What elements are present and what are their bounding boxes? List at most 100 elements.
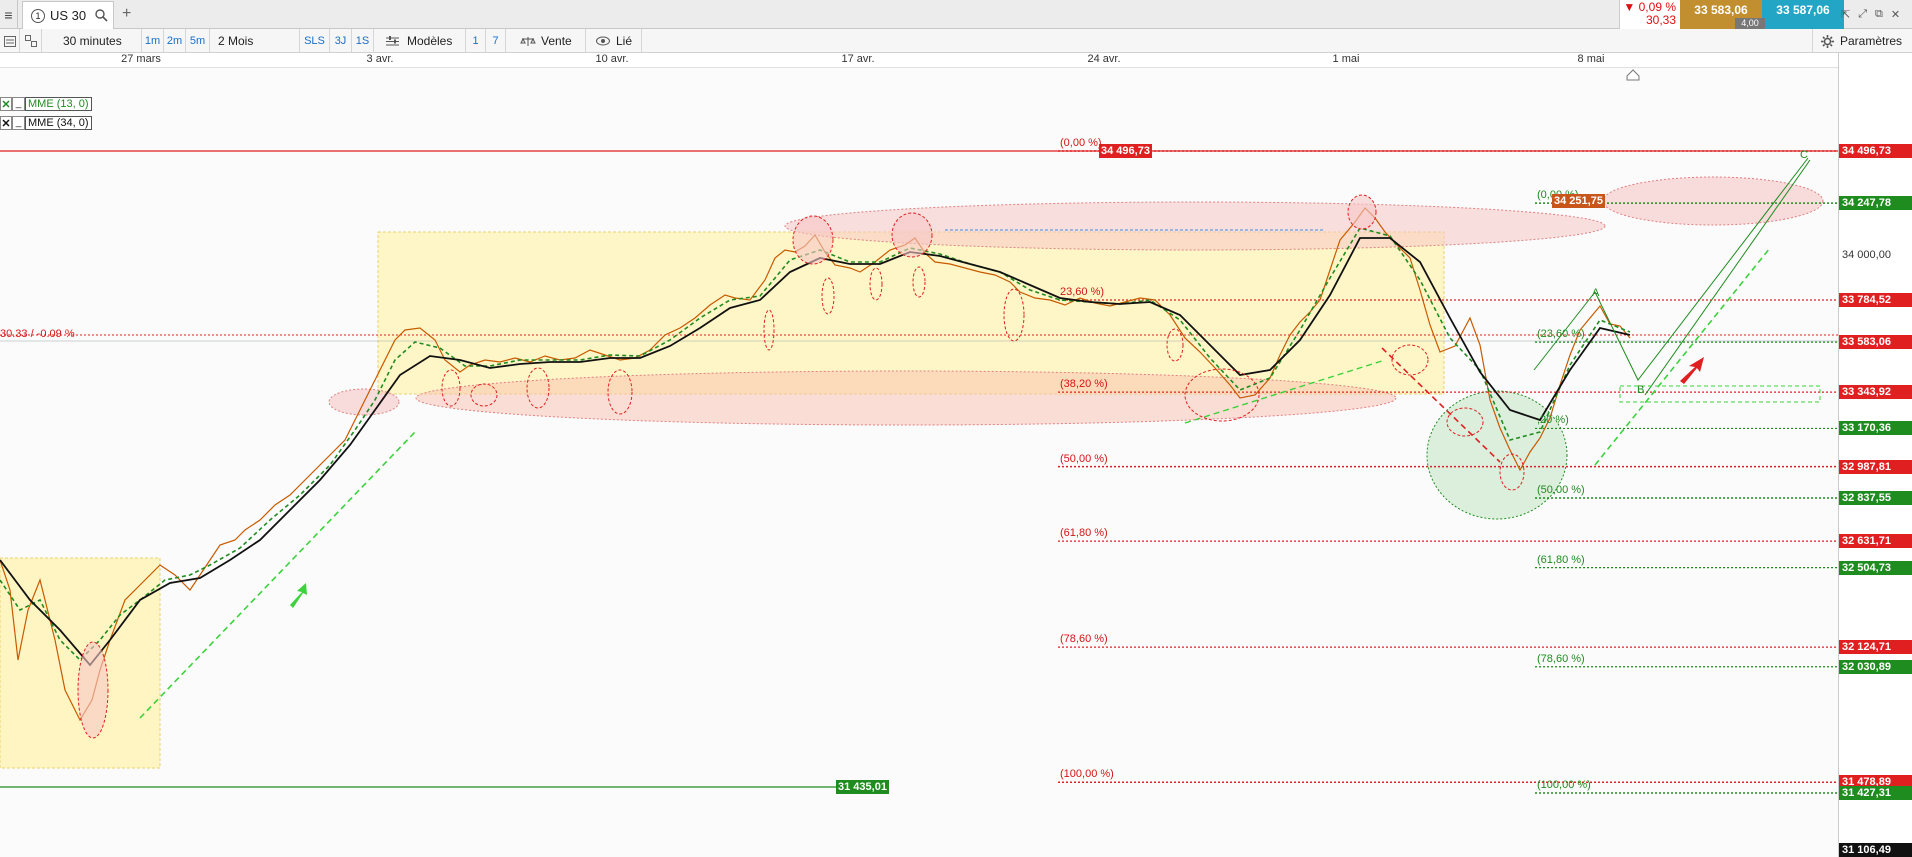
timeframe-select[interactable]: 30 minutes <box>42 29 142 53</box>
chart-toolbar: 30 minutes 1m 2m 5m 2 Mois SLS 3J 1S Mod… <box>0 29 1912 53</box>
price-chart[interactable] <box>0 68 1838 857</box>
price-axis-label: 32 837,55 <box>1839 491 1912 506</box>
mode-sls-button[interactable]: SLS <box>300 29 330 53</box>
layout-icon[interactable] <box>20 29 42 53</box>
fib-level-label: ,20 %) <box>1537 414 1569 427</box>
fib-lines-right <box>1535 202 1838 794</box>
price-axis-label: 33 583,06 <box>1839 335 1912 350</box>
fib-level-label: (100,00 %) <box>1060 768 1114 781</box>
indicator-legend: ✕ _ MME (13, 0) ✕ _ MME (34, 0) <box>0 96 92 134</box>
fib-level-label: (50,00 %) <box>1060 452 1108 465</box>
price-axis-label: 34 000,00 <box>1842 248 1891 261</box>
linked-button[interactable]: Lié <box>586 29 642 53</box>
fib-level-label: (100,00 %) <box>1537 779 1591 791</box>
bid-button[interactable]: 33 583,06 4,00 <box>1680 0 1765 29</box>
fib-level-label: (61,80 %) <box>1537 553 1585 566</box>
date-label: 17 avr. <box>841 53 875 65</box>
high-price-tag-right: 34 251,75 <box>1552 194 1605 208</box>
fib-level-label: 23,60 %) <box>1060 285 1105 298</box>
date-label: 1 mai <box>1332 53 1360 65</box>
close-icon[interactable]: ✕ <box>1891 8 1900 21</box>
up-arrow-red <box>1680 357 1704 384</box>
legend-label[interactable]: MME (34, 0) <box>25 116 92 130</box>
mode-1s-button[interactable]: 1S <box>352 29 374 53</box>
date-label: 3 avr. <box>366 53 394 65</box>
settings-button[interactable]: Paramètres <box>1812 29 1912 53</box>
high-price-tag: 34 496,73 <box>1099 144 1152 158</box>
search-icon[interactable] <box>95 9 108 22</box>
wave-b-label: B <box>1637 384 1645 396</box>
sell-label: Vente <box>541 34 572 48</box>
gear-icon <box>1821 34 1834 48</box>
current-line-label: 30.33 / -0.09 % <box>0 328 75 340</box>
up-arrow-green <box>290 583 307 608</box>
support-zone <box>415 370 1397 426</box>
price-axis-label: 31 427,31 <box>1839 786 1912 800</box>
chart-plot-area[interactable]: (0,00 %) 23,60 %) (38,20 %) (50,00 %) (61,80… <box>0 68 1838 857</box>
wave-a-label: A <box>1592 287 1600 299</box>
settings-label: Paramètres <box>1840 34 1903 48</box>
ask-price: 33 587,06 <box>1776 3 1830 17</box>
templates-label: Modèles <box>407 34 453 48</box>
ask-button[interactable]: 33 587,06 <box>1762 0 1844 29</box>
remove-indicator-icon[interactable]: ✕ <box>0 116 12 130</box>
legend-label[interactable]: MME (13, 0) <box>25 97 92 111</box>
price-axis[interactable]: 34 496,73 34 247,78 34 000,00 33 784,52 33 5… <box>1838 53 1912 857</box>
minimize-indicator-icon[interactable]: _ <box>12 97 25 111</box>
period-select[interactable]: 2 Mois <box>210 29 300 53</box>
legend-ema34: ✕ _ MME (34, 0) <box>0 115 92 131</box>
tab-bar: ≡ 1 US 30 + ▼ 0,09 % 30,33 33 583,06 4,0… <box>0 0 1912 29</box>
low-price-tag: 31 435,01 <box>836 780 889 794</box>
date-label: 10 avr. <box>595 53 629 65</box>
wave-c-label: C <box>1800 149 1808 161</box>
uptrend-line <box>139 431 416 719</box>
quote-panel: ▼ 0,09 % 30,33 33 583,06 4,00 33 587,06 <box>1619 0 1844 29</box>
target-zone <box>1602 176 1824 226</box>
fib-level-label: (38,20 %) <box>1060 378 1108 391</box>
uptrend-line <box>1594 247 1771 466</box>
tf-2m-button[interactable]: 2m <box>164 29 186 53</box>
price-axis-label: 33 170,36 <box>1839 421 1912 436</box>
sell-button[interactable]: Vente <box>506 29 586 53</box>
tab-label: US 30 <box>50 8 87 23</box>
scale-icon <box>520 36 536 46</box>
menu-icon[interactable]: ≡ <box>0 0 18 29</box>
price-axis-label: 34 496,73 <box>1839 144 1912 158</box>
price-axis-label: 33 784,52 <box>1839 292 1912 307</box>
tab-us30[interactable]: 1 US 30 <box>22 1 114 29</box>
price-axis-label: 32 631,71 <box>1839 534 1912 549</box>
restore-icon[interactable]: ⧉ <box>1875 8 1883 21</box>
date-label: 27 mars <box>121 53 161 65</box>
maximize-icon[interactable]: ⤢ <box>1858 8 1867 21</box>
num-7-button[interactable]: 7 <box>486 29 506 53</box>
change-box: ▼ 0,09 % 30,33 <box>1619 0 1680 29</box>
minimize-indicator-icon[interactable]: _ <box>12 116 25 130</box>
num-1-button[interactable]: 1 <box>466 29 486 53</box>
mode-3j-button[interactable]: 3J <box>330 29 352 53</box>
tf-5m-button[interactable]: 5m <box>186 29 210 53</box>
list-icon[interactable] <box>0 29 20 53</box>
fib-level-label: (61,80 %) <box>1060 527 1108 540</box>
scroll-marker <box>1626 69 1640 81</box>
price-axis-label: 32 987,81 <box>1839 459 1912 474</box>
remove-indicator-icon[interactable]: ✕ <box>0 97 12 111</box>
tab-number-badge: 1 <box>31 8 45 23</box>
price-axis-label: 32 124,71 <box>1839 640 1912 655</box>
fib-level-label: (78,60 %) <box>1537 652 1585 665</box>
price-axis-label: 33 343,92 <box>1839 385 1912 400</box>
date-label: 8 mai <box>1577 53 1605 65</box>
add-tab-button[interactable]: + <box>122 5 131 23</box>
fib-level-label: (0,00 %) <box>1060 137 1102 149</box>
templates-button[interactable]: Modèles <box>374 29 466 53</box>
tf-1m-button[interactable]: 1m <box>142 29 164 53</box>
legend-ema13: ✕ _ MME (13, 0) <box>0 96 92 112</box>
templates-icon <box>386 35 399 45</box>
bid-price: 33 583,06 <box>1694 3 1748 17</box>
date-label: 24 avr. <box>1087 53 1121 65</box>
fib-level-label: (50,00 %) <box>1537 484 1585 497</box>
detach-icon[interactable]: ⇱ <box>1841 8 1850 21</box>
trading-app: ≡ 1 US 30 + ▼ 0,09 % 30,33 33 583,06 4,0… <box>0 0 1912 857</box>
window-controls: ⇱ ⤢ ⧉ ✕ <box>1841 0 1900 29</box>
spread-badge: 4,00 <box>1735 18 1765 29</box>
price-axis-label: 31 106,49 <box>1839 843 1912 857</box>
